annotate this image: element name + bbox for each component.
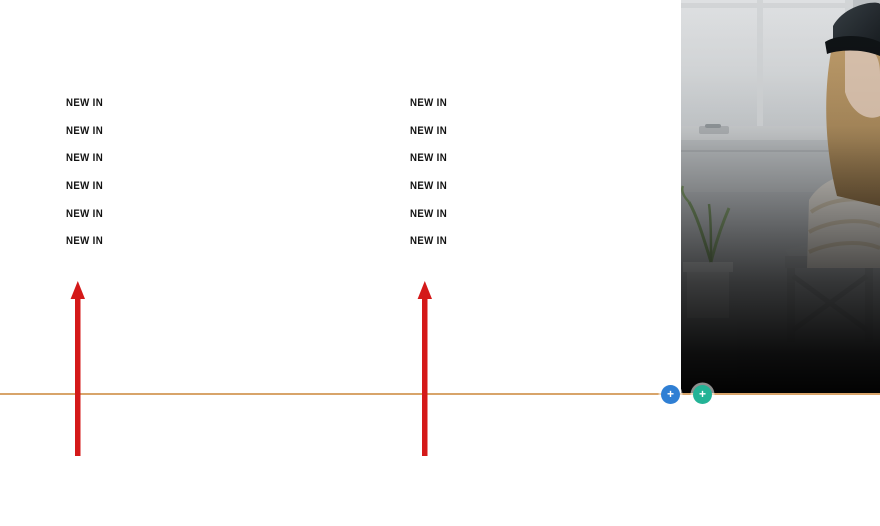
left-nav-column: NEW IN NEW IN NEW IN NEW IN NEW IN NEW I… [66, 97, 108, 263]
sidebar-item-new-in[interactable]: NEW IN [410, 180, 447, 208]
sidebar-item-new-in[interactable]: NEW IN [66, 152, 103, 180]
horizontal-divider [0, 393, 880, 395]
hero-photo [681, 0, 880, 393]
page-root: NEW IN NEW IN NEW IN NEW IN NEW IN NEW I… [0, 0, 880, 526]
right-nav-column: NEW IN NEW IN NEW IN NEW IN NEW IN NEW I… [410, 97, 452, 263]
sidebar-item-new-in[interactable]: NEW IN [410, 208, 447, 236]
sidebar-item-new-in[interactable]: NEW IN [410, 125, 447, 153]
sidebar-item-new-in[interactable]: NEW IN [66, 208, 103, 236]
plus-icon: + [698, 387, 706, 401]
hero-photo-illustration [681, 0, 880, 393]
arrow-up-icon [417, 281, 432, 456]
sidebar-item-new-in[interactable]: NEW IN [66, 180, 103, 208]
sidebar-item-new-in[interactable]: NEW IN [66, 125, 103, 153]
add-badge-teal[interactable]: + [693, 385, 712, 404]
arrow-up-icon [70, 281, 85, 456]
red-up-arrow-right [412, 280, 438, 456]
sidebar-item-new-in[interactable]: NEW IN [66, 235, 103, 263]
sidebar-item-new-in[interactable]: NEW IN [410, 235, 447, 263]
sidebar-item-new-in[interactable]: NEW IN [66, 97, 103, 125]
sidebar-item-new-in[interactable]: NEW IN [410, 152, 447, 180]
plus-icon: + [666, 387, 674, 401]
red-up-arrow-left [65, 280, 91, 456]
sidebar-item-new-in[interactable]: NEW IN [410, 97, 447, 125]
add-badge-blue[interactable]: + [661, 385, 680, 404]
